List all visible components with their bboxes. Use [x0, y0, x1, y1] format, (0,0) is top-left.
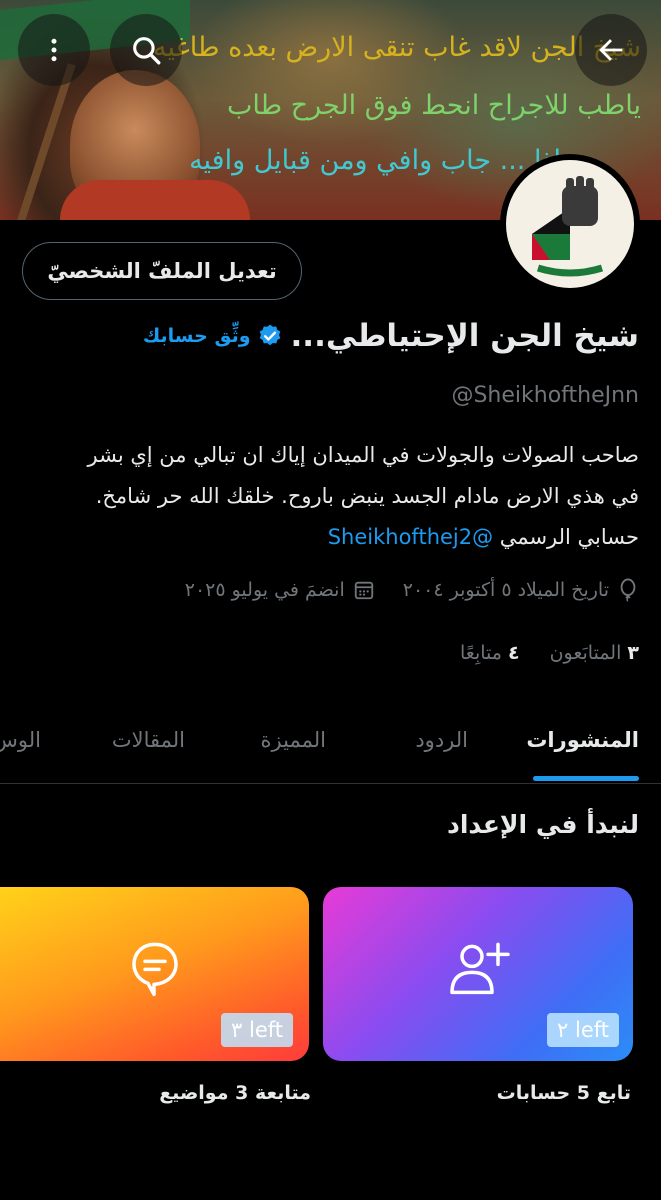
- follow-stats: ٣المتابَعون ٤متابِعًا: [460, 642, 639, 664]
- banner-text-line: شيخ الجن لاقد غاب تنقى الارض بعده طاغيه: [153, 32, 641, 63]
- verify-account-link[interactable]: وثِّق حسابك: [143, 323, 283, 349]
- bio-mention-link[interactable]: @Sheikhofthej2: [328, 525, 493, 549]
- join-date: انضمَ في يوليو ٢٠٢٥: [185, 578, 375, 602]
- banner-text-line: اذا ... جاب وافي ومن قبايل وافيه: [189, 145, 561, 176]
- profile-tabs: المنشورات الردود المميزة المقالات الوس: [0, 700, 661, 784]
- followers-count: ٣: [627, 642, 639, 664]
- profile-bio: صاحب الصولات والجولات في الميدان إياك ان…: [19, 435, 639, 558]
- follow-topics-caption: متابعة 3 مواضيع: [159, 1082, 311, 1104]
- search-icon: [133, 37, 161, 65]
- bio-line: في هذي الارض مادام الجسد ينبض باروح. خلق…: [95, 484, 639, 508]
- topic-bubble-icon: [131, 942, 178, 997]
- banner-text-line: ياطب للاجراح انحط فوق الجرح طاب: [226, 90, 641, 121]
- back-button[interactable]: [575, 14, 647, 86]
- remaining-badge: ٣ left: [221, 1013, 293, 1047]
- join-date-text: انضمَ في يوليو ٢٠٢٥: [184, 579, 345, 601]
- banner-scarf: [60, 180, 250, 220]
- birth-date: تاريخ الميلاد ٥ أكتوبر ٢٠٠٤: [403, 578, 639, 602]
- avatar-image: [506, 160, 634, 288]
- user-handle: @SheikhoftheJnn: [451, 383, 639, 408]
- avatar[interactable]: [500, 154, 640, 294]
- following-label: متابِعًا: [460, 642, 502, 664]
- followers-link[interactable]: ٣المتابَعون: [550, 642, 639, 664]
- following-link[interactable]: ٤متابِعًا: [460, 642, 520, 664]
- tab-posts[interactable]: المنشورات: [526, 728, 639, 752]
- follow-topics-card[interactable]: ٣ left: [0, 887, 309, 1061]
- tab-highlights[interactable]: المميزة: [261, 728, 326, 752]
- add-user-icon: [450, 942, 510, 995]
- display-name: شيخ الجن الإحتياطي...: [290, 318, 639, 354]
- remaining-badge: ٢ left: [547, 1013, 619, 1047]
- edit-profile-button[interactable]: تعديل الملفّ الشخصيّ: [22, 242, 302, 300]
- following-count: ٤: [507, 642, 520, 664]
- verified-badge-icon: [259, 324, 280, 346]
- follow-accounts-card[interactable]: ٢ left: [323, 887, 633, 1061]
- avatar-logo: [512, 166, 628, 282]
- bio-line-text: حسابي الرسمي: [493, 525, 639, 549]
- more-vertical-icon: [51, 38, 57, 62]
- arrow-left-icon: [599, 39, 623, 61]
- search-button[interactable]: [110, 14, 182, 86]
- active-tab-indicator: [533, 776, 639, 781]
- followers-label: المتابَعون: [549, 642, 622, 664]
- bio-line: حسابي الرسمي @Sheikhofthej2: [19, 517, 639, 558]
- verify-label: وثِّق حسابك: [142, 325, 251, 347]
- onboarding-title: لنبدأ في الإعداد: [447, 810, 639, 839]
- tab-media[interactable]: الوس: [0, 728, 41, 752]
- tab-articles[interactable]: المقالات: [112, 728, 185, 752]
- profile-meta: تاريخ الميلاد ٥ أكتوبر ٢٠٠٤ انضمَ في يول…: [185, 578, 639, 602]
- birth-date-text: تاريخ الميلاد ٥ أكتوبر ٢٠٠٤: [402, 579, 609, 601]
- tab-replies[interactable]: الردود: [415, 728, 468, 752]
- balloon-icon: [620, 578, 636, 602]
- more-button[interactable]: [18, 14, 90, 86]
- bio-line: صاحب الصولات والجولات في الميدان إياك ان…: [87, 443, 639, 467]
- follow-accounts-caption: تابع 5 حسابات: [496, 1082, 631, 1104]
- name-row: شيخ الجن الإحتياطي... وثِّق حسابك: [143, 318, 639, 354]
- calendar-icon: [354, 581, 373, 600]
